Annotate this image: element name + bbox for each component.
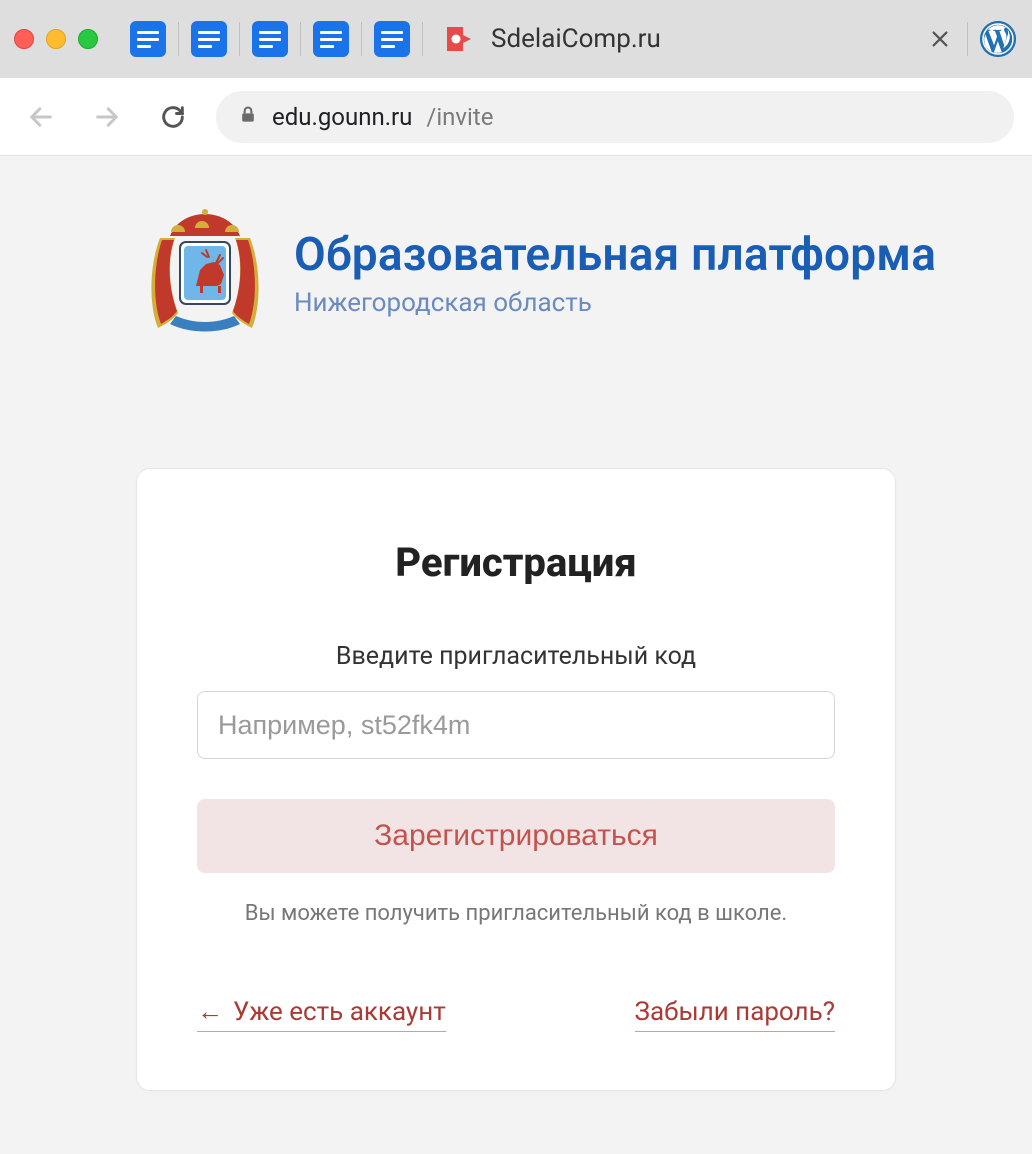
tab-google-docs-2[interactable] bbox=[189, 19, 229, 59]
window-controls bbox=[14, 29, 98, 49]
tab-separator bbox=[178, 22, 179, 56]
url-path: /invite bbox=[426, 103, 493, 131]
region-coat-of-arms-icon bbox=[140, 208, 270, 338]
site-title: Образовательная платформа bbox=[294, 228, 936, 282]
active-tab-title: SdelaiComp.ru bbox=[491, 24, 661, 54]
register-button[interactable]: Зарегистрироваться bbox=[197, 799, 835, 873]
site-subtitle: Нижегородская область bbox=[294, 288, 936, 318]
maximize-window-button[interactable] bbox=[78, 29, 98, 49]
lock-icon bbox=[238, 103, 258, 131]
registration-card: Регистрация Введите пригласительный код … bbox=[136, 468, 896, 1091]
invite-help-text: Вы можете получить пригласительный код в… bbox=[197, 901, 835, 926]
invite-code-input[interactable] bbox=[197, 691, 835, 759]
browser-tabstrip: SdelaiComp.ru bbox=[0, 0, 1032, 78]
google-docs-icon bbox=[313, 21, 349, 57]
arrow-left-icon: ← bbox=[197, 996, 223, 1027]
forgot-password-link[interactable]: Забыли пароль? bbox=[635, 997, 835, 1032]
existing-account-link[interactable]: ← Уже есть аккаунт bbox=[197, 996, 446, 1032]
address-bar: edu.gounn.ru/invite bbox=[0, 78, 1032, 156]
site-favicon-icon bbox=[441, 21, 477, 57]
tab-google-docs-4[interactable] bbox=[311, 19, 351, 59]
tab-separator bbox=[300, 22, 301, 56]
tab-separator bbox=[361, 22, 362, 56]
wordpress-icon bbox=[980, 21, 1016, 57]
google-docs-icon bbox=[130, 21, 166, 57]
tab-wordpress[interactable] bbox=[978, 19, 1018, 59]
reload-button[interactable] bbox=[150, 94, 196, 140]
google-docs-icon bbox=[191, 21, 227, 57]
url-host: edu.gounn.ru bbox=[272, 103, 412, 131]
page-content: Образовательная платформа Нижегородская … bbox=[0, 156, 1032, 1091]
close-window-button[interactable] bbox=[14, 29, 34, 49]
tab-separator bbox=[239, 22, 240, 56]
forgot-password-link-label: Забыли пароль? bbox=[635, 997, 835, 1027]
url-field[interactable]: edu.gounn.ru/invite bbox=[216, 91, 1014, 143]
forward-button[interactable] bbox=[84, 94, 130, 140]
tab-google-docs-5[interactable] bbox=[372, 19, 412, 59]
minimize-window-button[interactable] bbox=[46, 29, 66, 49]
google-docs-icon bbox=[374, 21, 410, 57]
existing-account-link-label: Уже есть аккаунт bbox=[233, 997, 446, 1027]
active-tab[interactable]: SdelaiComp.ru bbox=[433, 21, 913, 57]
google-docs-icon bbox=[252, 21, 288, 57]
close-tab-button[interactable] bbox=[923, 22, 957, 56]
tab-separator bbox=[967, 22, 968, 56]
site-header: Образовательная платформа Нижегородская … bbox=[0, 196, 1032, 338]
tab-google-docs-1[interactable] bbox=[128, 19, 168, 59]
invite-code-label: Введите пригласительный код bbox=[197, 642, 835, 671]
tab-separator bbox=[422, 22, 423, 56]
tab-google-docs-3[interactable] bbox=[250, 19, 290, 59]
back-button[interactable] bbox=[18, 94, 64, 140]
card-heading: Регистрация bbox=[197, 539, 835, 586]
